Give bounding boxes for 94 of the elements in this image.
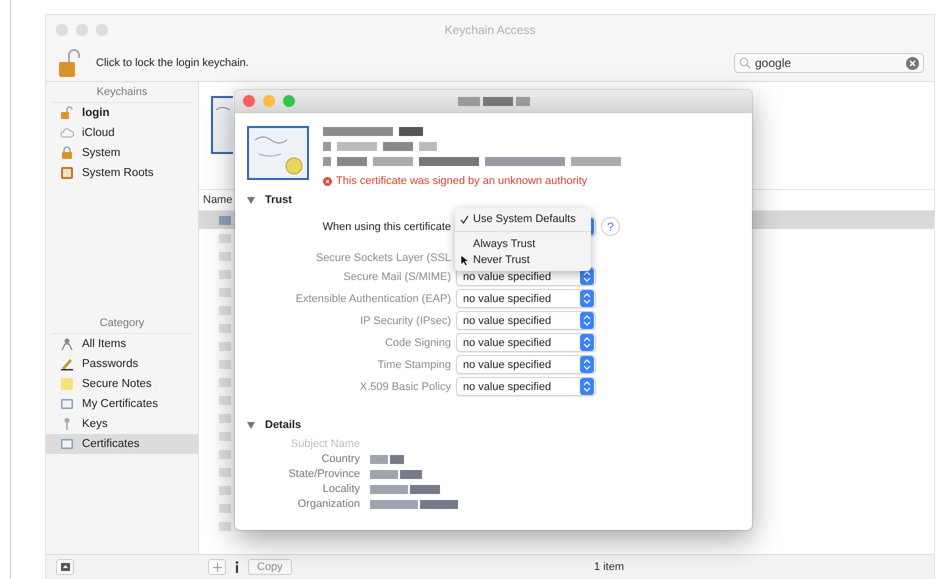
field-label: Time Stamping [376,358,451,370]
keychain-item[interactable]: iCloud [46,123,198,143]
list-row-icon [219,270,231,278]
list-row-icon [219,342,231,350]
close-button[interactable] [56,24,68,36]
disclosure-triangle-icon[interactable] [247,421,255,429]
open-padlock-icon [60,106,74,120]
item-count: 1 item [594,561,624,573]
category-item[interactable]: Certificates [46,434,198,454]
field-label: Locality [322,483,360,495]
field-label: When using this certificate [322,220,451,232]
note-icon [60,377,74,391]
list-row-icon [219,378,231,386]
column-header[interactable]: Name [203,194,232,206]
category-item[interactable]: Keys [46,414,198,434]
cursor-icon [460,254,469,267]
minimize-button[interactable] [263,95,275,107]
list-row-icon [219,504,231,512]
search-input[interactable]: google [755,56,902,70]
list-row-icon [219,414,231,422]
clear-icon[interactable] [906,56,919,70]
keychain-item[interactable]: login [46,103,198,123]
menu-item[interactable]: Always Trust [455,236,591,252]
list-row-icon [219,306,231,314]
list-row-icon [219,468,231,476]
lock-label: Click to lock the login keychain. [96,57,249,69]
padlock-icon [60,146,74,160]
field-label: Organization [298,498,360,510]
help-button[interactable]: ? [601,217,620,236]
redacted-text [370,468,422,480]
list-row-icon [219,396,231,404]
list-row-icon [219,216,231,224]
field-label: Country [321,453,360,465]
search-field[interactable]: google [734,53,924,73]
sidebar-toggle-button[interactable] [56,559,74,575]
eject-icon [60,563,70,571]
cloud-icon [60,126,74,140]
category-item[interactable]: My Certificates [46,394,198,414]
redacted-text [370,453,404,465]
list-row-icon [219,522,231,530]
field-label: Code Signing [384,336,451,348]
zoom-button[interactable] [96,24,108,36]
field-label: Secure Sockets Layer (SSL [314,252,451,264]
list-row-icon [219,360,231,368]
field-label: IP Security (IPsec) [359,314,451,326]
keychain-item[interactable]: System [46,143,198,163]
close-button[interactable] [243,95,255,107]
category-item[interactable]: Passwords [46,354,198,374]
list-row-icon [219,432,231,440]
category-item[interactable]: All Items [46,334,198,354]
open-padlock-icon[interactable] [58,48,80,78]
cabinet-icon [60,166,74,180]
field-label: Secure Mail (S/MIME) [342,270,451,282]
list-row-icon [219,324,231,332]
list-row-icon [219,234,231,242]
list-row-icon [219,486,231,494]
certificate-icon [60,437,74,451]
certificate-icon [60,397,74,411]
menu-item[interactable]: Never Trust [455,252,591,268]
window-title: Keychain Access [444,23,536,37]
section-title: Trust [265,194,292,206]
redacted-text [370,483,440,495]
category-item[interactable]: Secure Notes [46,374,198,394]
certificate-icon [247,126,309,180]
field-label: Subject Name [290,438,360,450]
keychain-item[interactable]: System Roots [46,163,198,183]
field-label: State/Province [288,468,360,480]
field-label: X.509 Basic Policy [358,380,451,392]
pen-icon [60,357,74,371]
stepper-icon [580,378,594,395]
section-title: Details [265,419,302,431]
field-label: Extensible Authentication (EAP) [294,292,451,304]
list-row-icon [219,288,231,296]
info-icon[interactable] [234,561,240,573]
certificate-icon [211,96,233,154]
stepper-icon [580,312,594,329]
section-header: Keychains [52,82,192,103]
stepper-icon [580,290,594,307]
search-icon [739,57,751,69]
stepper-icon [580,356,594,373]
list-row-icon [219,252,231,260]
list-row-icon [219,450,231,458]
add-button[interactable] [208,559,226,575]
redacted-title [458,96,530,106]
error-text: This certificate was signed by an unknown authority [336,175,588,187]
section-header: Category [52,313,192,334]
people-icon [60,337,74,351]
menu-item[interactable]: Use System Defaults [455,211,591,227]
plus-icon [212,562,222,572]
disclosure-triangle-icon[interactable] [247,196,255,204]
error-icon [323,176,332,186]
zoom-button[interactable] [283,95,295,107]
minimize-button[interactable] [76,24,88,36]
stepper-icon [580,334,594,351]
